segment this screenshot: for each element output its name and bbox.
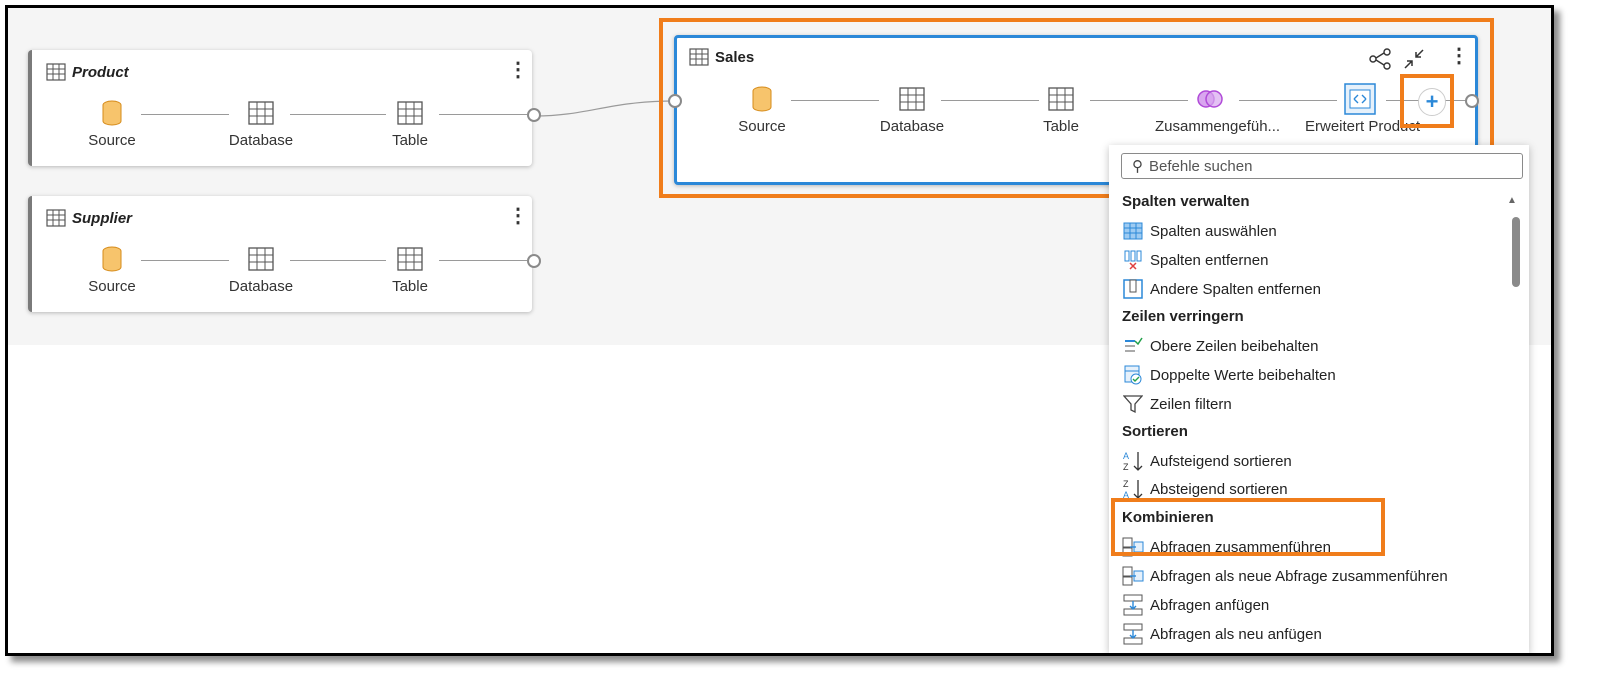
screenshot-frame: Product ⋮ Source Database Table Supplier… xyxy=(5,5,1554,656)
step-connector xyxy=(439,260,527,261)
query-title: Product xyxy=(72,63,129,81)
svg-text:Z: Z xyxy=(1123,462,1129,472)
menu-item-append-queries[interactable]: Abfragen anfügen xyxy=(1122,594,1269,616)
step-table[interactable]: Table xyxy=(355,244,465,295)
step-connector xyxy=(439,114,527,115)
output-port[interactable] xyxy=(527,108,541,122)
menu-item-sort-descending[interactable]: ZA Absteigend sortieren xyxy=(1122,478,1288,500)
step-database[interactable]: Database xyxy=(857,84,967,135)
group-label: Zeilen verringern xyxy=(1122,308,1244,325)
collapse-icon[interactable] xyxy=(1403,48,1425,70)
source-icon xyxy=(102,246,122,272)
table-icon xyxy=(899,87,925,111)
table-icon xyxy=(248,247,274,271)
remove-other-columns-icon xyxy=(1122,278,1144,300)
keep-top-rows-icon xyxy=(1122,335,1144,357)
more-options-icon[interactable]: ⋮ xyxy=(508,206,528,226)
scroll-up-icon[interactable]: ▲ xyxy=(1507,195,1517,206)
search-icon: ⚲ xyxy=(1132,158,1143,175)
menu-item-append-queries-new[interactable]: Abfragen als neu anfügen xyxy=(1122,623,1322,645)
share-icon[interactable] xyxy=(1369,48,1391,70)
more-options-icon[interactable]: ⋮ xyxy=(508,60,528,80)
remove-columns-icon xyxy=(1122,249,1144,271)
menu-item-remove-columns[interactable]: Spalten entfernen xyxy=(1122,249,1268,271)
step-database[interactable]: Database xyxy=(206,98,316,149)
menu-item-keep-duplicates[interactable]: Doppelte Werte beibehalten xyxy=(1122,364,1336,386)
source-icon xyxy=(752,86,772,112)
table-icon xyxy=(689,48,709,66)
filter-icon xyxy=(1122,393,1144,415)
source-icon xyxy=(102,100,122,126)
scrollbar-thumb[interactable] xyxy=(1512,217,1520,287)
merge-queries-new-icon xyxy=(1122,565,1144,587)
add-step-menu: ⚲ Befehle suchen ▲ Spalten verwalten Spa… xyxy=(1109,145,1529,653)
menu-item-filter-rows[interactable]: Zeilen filtern xyxy=(1122,393,1232,415)
query-card-supplier[interactable]: Supplier ⋮ Source Database Table xyxy=(28,196,541,312)
highlight-add-step xyxy=(1400,74,1454,128)
keep-duplicates-icon xyxy=(1122,364,1144,386)
table-icon xyxy=(46,63,66,81)
query-card-product[interactable]: Product ⋮ Source Database Table xyxy=(28,50,541,166)
output-port[interactable] xyxy=(1465,94,1479,108)
step-merge[interactable]: Zusammengefüh... xyxy=(1155,84,1280,135)
menu-item-remove-other-columns[interactable]: Andere Spalten entfernen xyxy=(1122,278,1321,300)
input-port[interactable] xyxy=(668,94,682,108)
group-label: Sortieren xyxy=(1122,423,1188,440)
step-source[interactable]: Source xyxy=(57,98,167,149)
svg-text:A: A xyxy=(1123,451,1129,461)
table-icon xyxy=(1048,87,1074,111)
step-table[interactable]: Table xyxy=(355,98,465,149)
sort-ascending-icon: AZ xyxy=(1122,450,1144,472)
menu-item-keep-top-rows[interactable]: Obere Zeilen beibehalten xyxy=(1122,335,1318,357)
menu-item-choose-columns[interactable]: Spalten auswählen xyxy=(1122,220,1277,242)
menu-item-merge-queries-new[interactable]: Abfragen als neue Abfrage zusammenführen xyxy=(1122,565,1448,587)
expand-column-icon xyxy=(1344,83,1376,115)
table-icon xyxy=(248,101,274,125)
search-input[interactable]: ⚲ Befehle suchen xyxy=(1121,153,1523,179)
query-title: Supplier xyxy=(72,209,133,227)
sort-descending-icon: ZA xyxy=(1122,478,1144,500)
step-source[interactable]: Source xyxy=(707,84,817,135)
query-title: Sales xyxy=(715,48,755,66)
choose-columns-icon xyxy=(1122,220,1144,242)
menu-item-sort-ascending[interactable]: AZ Aufsteigend sortieren xyxy=(1122,450,1292,472)
step-database[interactable]: Database xyxy=(206,244,316,295)
append-queries-icon xyxy=(1122,594,1144,616)
table-icon xyxy=(397,247,423,271)
group-label: Spalten verwalten xyxy=(1122,193,1250,210)
append-queries-new-icon xyxy=(1122,623,1144,645)
more-options-icon[interactable]: ⋮ xyxy=(1449,46,1469,66)
table-icon xyxy=(46,209,66,227)
highlight-combine-group xyxy=(1111,498,1385,556)
step-source[interactable]: Source xyxy=(57,244,167,295)
merge-icon xyxy=(1197,90,1223,108)
svg-text:Z: Z xyxy=(1123,479,1129,489)
step-expand[interactable]: Erweitert Product xyxy=(1305,83,1420,135)
output-port[interactable] xyxy=(527,254,541,268)
step-table[interactable]: Table xyxy=(1006,84,1116,135)
table-icon xyxy=(397,101,423,125)
